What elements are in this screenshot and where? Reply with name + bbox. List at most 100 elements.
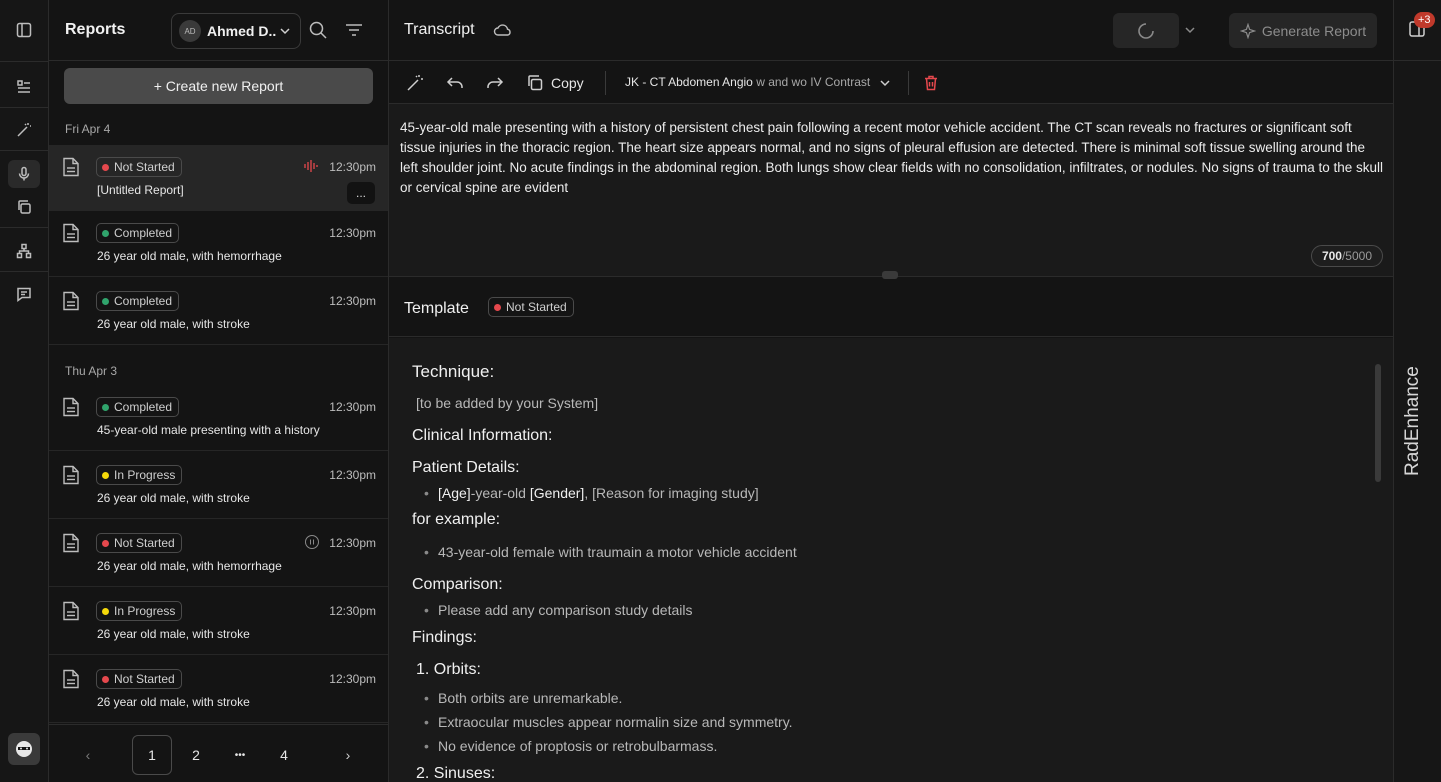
generate-report-label: Generate Report: [1261, 22, 1367, 39]
status-dot: [494, 303, 501, 311]
user-select[interactable]: AD Ahmed D..: [171, 13, 301, 49]
generate-report-button[interactable]: Generate Report: [1229, 13, 1377, 48]
assistant-avatar-icon[interactable]: [8, 733, 40, 765]
status-text: Completed: [114, 294, 173, 308]
page-button[interactable]: 4: [264, 735, 304, 775]
sync-status-button[interactable]: [1113, 13, 1179, 48]
report-item[interactable]: Not Started 12:30pm 26 year old male, wi…: [49, 521, 388, 587]
transcript-text[interactable]: 45-year-old male presenting with a histo…: [400, 118, 1385, 198]
next-page-icon[interactable]: ›: [328, 735, 368, 775]
template-select[interactable]: JK - CT Abdomen Angio w and wo IV Contra…: [625, 75, 890, 89]
search-icon[interactable]: [308, 20, 328, 40]
status-dot: [102, 403, 109, 411]
cloud-icon: [493, 24, 511, 36]
report-title: 45-year-old male presenting with a histo…: [97, 423, 320, 437]
placeholder-age: [Age]: [438, 485, 471, 501]
magic-wand-icon[interactable]: [406, 74, 424, 92]
page-ellipsis[interactable]: •••: [220, 735, 260, 775]
microphone-icon[interactable]: [8, 160, 40, 188]
magic-wand-icon[interactable]: [8, 116, 40, 144]
reports-header: Reports AD Ahmed D..: [49, 0, 389, 61]
status-dot: [102, 471, 109, 479]
report-item[interactable]: Completed 12:30pm 26 year old male, with…: [49, 211, 388, 277]
page-button[interactable]: 1: [132, 735, 172, 775]
report-title: [Untitled Report]: [97, 183, 184, 197]
hierarchy-icon[interactable]: [8, 237, 40, 265]
document-icon: [62, 533, 80, 553]
template-header: Template Not Started: [389, 277, 1393, 337]
status-badge: Completed: [96, 291, 180, 311]
sparkle-icon: [1239, 22, 1256, 39]
list-item-text: Both orbits are unremarkable.: [438, 690, 623, 706]
user-avatar: AD: [179, 20, 201, 42]
toolbar-divider: [605, 71, 606, 95]
create-report-label: + Create new Report: [153, 78, 284, 94]
more-options-button[interactable]: ...: [347, 182, 375, 204]
list-icon[interactable]: [8, 73, 40, 101]
status-dot: [102, 163, 109, 171]
copy-pages-icon[interactable]: [8, 193, 40, 221]
reports-panel: Reports AD Ahmed D.. + Create new Report…: [49, 0, 389, 782]
section-heading: Patient Details:: [412, 459, 520, 476]
status-badge: In Progress: [96, 465, 183, 485]
report-time: 12:30pm: [329, 226, 376, 240]
status-badge: In Progress: [96, 601, 183, 621]
report-time: 12:30pm: [329, 536, 376, 550]
template-title: Template: [404, 300, 469, 317]
toggle-sidebar-icon[interactable]: [8, 16, 40, 44]
copy-button-label[interactable]: Copy: [551, 75, 584, 91]
report-title: 26 year old male, with hemorrhage: [97, 559, 282, 573]
prev-page-icon[interactable]: ‹: [68, 735, 108, 775]
date-group-label: Thu Apr 3: [65, 364, 118, 378]
report-item[interactable]: Not Started 12:30pm [Untitled Report] ..…: [49, 145, 388, 211]
status-text: Completed: [114, 400, 173, 414]
report-item[interactable]: Not Started 12:30pm 26 year old male, wi…: [49, 657, 388, 723]
pause-icon: [305, 535, 319, 549]
report-time: 12:30pm: [329, 468, 376, 482]
page-button[interactable]: 2: [176, 735, 216, 775]
section-heading: Clinical Information:: [412, 427, 553, 444]
character-counter: 700/5000: [1310, 245, 1383, 267]
list-item: No evidence of proptosis or retrobulbarm…: [424, 738, 717, 754]
copy-icon[interactable]: [526, 74, 544, 92]
brand-vertical-label: RadEnhance: [1402, 366, 1423, 476]
report-item[interactable]: In Progress 12:30pm 26 year old male, wi…: [49, 589, 388, 655]
loading-spinner-icon: [1138, 23, 1154, 39]
report-title: 26 year old male, with stroke: [97, 317, 250, 331]
chevron-down-icon[interactable]: [1185, 25, 1195, 35]
pagination: ‹ 1 2 ••• 4 ›: [49, 724, 388, 782]
status-text: In Progress: [114, 604, 176, 618]
status-dot: [102, 229, 109, 237]
report-time: 12:30pm: [329, 160, 376, 174]
status-dot: [102, 607, 109, 615]
status-text: Not Started: [114, 536, 175, 550]
scrollbar[interactable]: [1375, 364, 1381, 482]
report-time: 12:30pm: [329, 400, 376, 414]
report-item[interactable]: In Progress 12:30pm 26 year old male, wi…: [49, 453, 388, 519]
rail-divider: [0, 107, 48, 108]
user-name: Ahmed D..: [207, 23, 277, 39]
document-icon: [62, 669, 80, 689]
chat-icon[interactable]: [8, 280, 40, 308]
report-item[interactable]: Completed 12:30pm 26 year old male, with…: [49, 279, 388, 345]
toolbar-divider: [908, 71, 909, 95]
section-heading: Comparison:: [412, 576, 503, 593]
trash-icon[interactable]: [922, 74, 940, 92]
report-time: 12:30pm: [329, 294, 376, 308]
notification-badge: +3: [1414, 12, 1435, 28]
document-icon: [62, 223, 80, 243]
undo-icon[interactable]: [446, 74, 464, 92]
filter-icon[interactable]: [344, 20, 364, 40]
report-item[interactable]: Completed 12:30pm 45-year-old male prese…: [49, 385, 388, 451]
list-item-text: Please add any comparison study details: [438, 602, 693, 618]
status-dot: [102, 675, 109, 683]
chevron-down-icon: [880, 80, 890, 86]
status-badge: Not Started: [488, 297, 574, 317]
subsection-heading: 1. Orbits:: [416, 661, 481, 678]
recording-waveform-icon: [304, 160, 318, 172]
report-time: 12:30pm: [329, 672, 376, 686]
create-report-button[interactable]: + Create new Report: [64, 68, 373, 104]
template-content[interactable]: Technique: [to be added by your System] …: [389, 338, 1393, 782]
transcript-editor[interactable]: 45-year-old male presenting with a histo…: [389, 104, 1393, 276]
redo-icon[interactable]: [486, 74, 504, 92]
